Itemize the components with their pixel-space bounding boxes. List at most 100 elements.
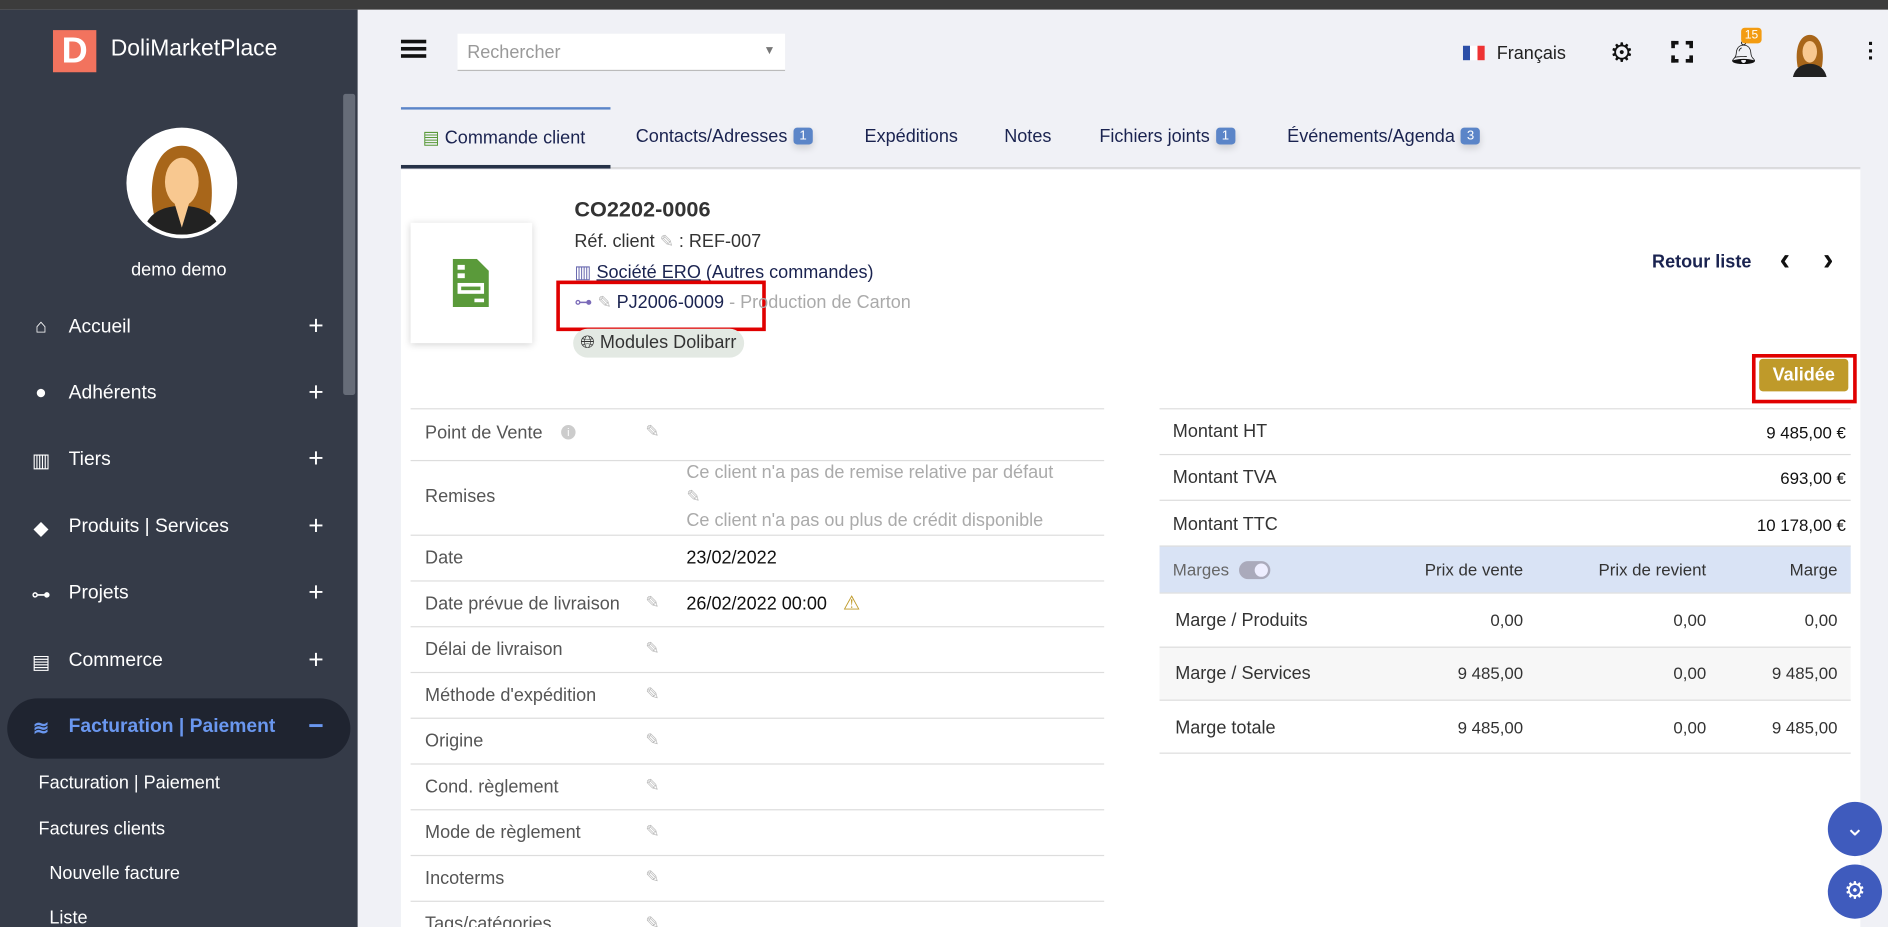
user-name: demo demo bbox=[131, 260, 227, 281]
edit-pencil-icon[interactable]: ✎ bbox=[645, 592, 659, 612]
language-selector[interactable]: Français bbox=[1497, 43, 1566, 63]
user-avatar[interactable] bbox=[126, 127, 238, 239]
tab-notes[interactable]: Notes bbox=[1004, 126, 1051, 146]
count-badge: 1 bbox=[1215, 127, 1236, 145]
table-row: Montant TVA 693,00 € bbox=[1159, 453, 1851, 500]
tab-expeditions[interactable]: Expéditions bbox=[865, 126, 958, 146]
submenu-facturation[interactable]: Facturation | Paiement bbox=[39, 773, 220, 793]
table-row: Délai de livraison ✎ bbox=[410, 626, 1105, 672]
previous-arrow-icon[interactable]: ‹ bbox=[1780, 241, 1790, 278]
table-row: Cond. règlement ✎ bbox=[410, 763, 1105, 809]
edit-pencil-icon[interactable]: ✎ bbox=[686, 486, 700, 506]
scroll-down-button[interactable]: ⌄ bbox=[1827, 801, 1883, 857]
table-row: Date 23/02/2022 bbox=[410, 534, 1105, 581]
info-icon[interactable]: i bbox=[561, 425, 576, 440]
brand-name[interactable]: DoliMarketPlace bbox=[111, 36, 278, 62]
flag-fr-icon bbox=[1462, 45, 1485, 61]
sidebar-item-commerce[interactable]: ▤ Commerce + bbox=[0, 636, 358, 689]
back-to-list-link[interactable]: Retour liste bbox=[1652, 252, 1751, 272]
search-input[interactable]: Rechercher ▼ bbox=[457, 33, 786, 72]
settings-gear-button[interactable]: ⚙ bbox=[1827, 864, 1883, 919]
margins-header: Marges Prix de vente Prix de revient Marge bbox=[1159, 545, 1851, 593]
expand-icon[interactable]: + bbox=[308, 377, 323, 408]
table-row: Méthode d'expédition ✎ bbox=[410, 671, 1105, 718]
count-badge: 1 bbox=[793, 127, 813, 145]
edit-pencil-icon[interactable]: ✎ bbox=[645, 638, 659, 658]
table-row: Point de Vente i ✎ bbox=[410, 408, 1105, 460]
sitemap-icon: ⊶ bbox=[31, 585, 51, 606]
tab-fichiers-joints[interactable]: Fichiers joints 1 bbox=[1099, 126, 1236, 147]
browser-top-bar bbox=[0, 0, 1888, 10]
collapse-icon[interactable]: − bbox=[308, 710, 323, 741]
menu-toggle-icon[interactable] bbox=[400, 39, 427, 60]
edit-pencil-icon[interactable]: ✎ bbox=[645, 913, 659, 927]
user-icon: ● bbox=[35, 382, 47, 404]
cube-icon: ◆ bbox=[33, 518, 49, 540]
briefcase-icon: ▤ bbox=[31, 652, 51, 674]
edit-pencil-icon[interactable]: ✎ bbox=[645, 421, 659, 441]
order-fields-table: Point de Vente i ✎ Remises Ce client n'a pa… bbox=[410, 408, 1105, 927]
home-icon: ⌂ bbox=[35, 316, 47, 338]
ref-client: Réf. client ✎ : REF-007 bbox=[574, 231, 762, 252]
header-avatar[interactable] bbox=[1789, 31, 1830, 78]
expand-icon[interactable]: + bbox=[308, 443, 323, 474]
tab-commande-client[interactable]: ▤ Commande client bbox=[423, 126, 586, 148]
chevron-down-icon: ▼ bbox=[763, 44, 776, 58]
tab-evenements[interactable]: Événements/Agenda 3 bbox=[1287, 126, 1481, 147]
margins-toggle[interactable] bbox=[1239, 561, 1271, 580]
edit-pencil-icon[interactable]: ✎ bbox=[597, 293, 611, 312]
edit-pencil-icon[interactable]: ✎ bbox=[645, 867, 659, 887]
next-arrow-icon[interactable]: › bbox=[1823, 241, 1833, 278]
table-row: Date prévue de livraison ✎ 26/02/2022 00:0… bbox=[410, 580, 1105, 626]
sitemap-icon: ⊶ bbox=[574, 292, 593, 314]
document-icon: ▤ bbox=[422, 127, 440, 149]
globe-icon: 🌐︎ bbox=[580, 332, 595, 353]
building-icon: ▥ bbox=[31, 451, 51, 473]
more-options-icon[interactable]: · · · bbox=[1868, 33, 1875, 69]
project-link[interactable]: PJ2006-0009 bbox=[617, 293, 724, 313]
notification-count: 15 bbox=[1741, 27, 1762, 44]
table-row: Montant HT 9 485,00 € bbox=[1159, 408, 1851, 454]
table-row: Origine ✎ bbox=[410, 717, 1105, 764]
submenu-nouvelle-facture[interactable]: Nouvelle facture bbox=[49, 863, 180, 883]
active-tab-indicator bbox=[400, 107, 611, 110]
expand-icon[interactable]: + bbox=[308, 311, 323, 342]
sidebar-item-produits[interactable]: ◆ Produits | Services + bbox=[0, 502, 358, 555]
table-row: Montant TTC 10 178,00 € bbox=[1159, 499, 1851, 546]
order-ref: CO2202-0006 bbox=[574, 197, 711, 222]
sidebar-item-facturation[interactable]: ≋ Facturation | Paiement − bbox=[7, 698, 351, 759]
tab-contacts[interactable]: Contacts/Adresses 1 bbox=[636, 126, 813, 147]
sidebar-item-adherents[interactable]: ● Adhérents + bbox=[0, 368, 358, 421]
edit-pencil-icon[interactable]: ✎ bbox=[645, 684, 659, 704]
expand-icon[interactable]: + bbox=[308, 577, 323, 608]
table-row: Tags/catégories ✎ bbox=[410, 900, 1105, 927]
table-row: Marge / Produits 0,00 0,00 0,00 bbox=[1159, 592, 1851, 646]
warning-icon: ⚠ bbox=[842, 593, 861, 615]
logo[interactable]: D bbox=[52, 30, 97, 73]
coins-icon: ≋ bbox=[32, 718, 50, 740]
edit-pencil-icon[interactable]: ✎ bbox=[645, 730, 659, 750]
active-tab-underline bbox=[400, 164, 611, 169]
sidebar-item-tiers[interactable]: ▥ Tiers + bbox=[0, 435, 358, 488]
submenu-liste[interactable]: Liste bbox=[49, 908, 87, 927]
table-row: Incoterms ✎ bbox=[410, 854, 1105, 901]
order-document-icon bbox=[410, 222, 533, 344]
sidebar-item-accueil[interactable]: ⌂ Accueil + bbox=[0, 302, 358, 355]
status-badge: Validée bbox=[1759, 358, 1849, 392]
expand-icon[interactable]: + bbox=[308, 511, 323, 542]
fullscreen-icon[interactable] bbox=[1671, 40, 1693, 63]
edit-pencil-icon[interactable]: ✎ bbox=[645, 821, 659, 841]
table-row: Marge totale 9 485,00 0,00 9 485,00 bbox=[1159, 699, 1851, 754]
submenu-factures-clients[interactable]: Factures clients bbox=[39, 819, 165, 839]
category-tag[interactable]: 🌐︎ Modules Dolibarr bbox=[573, 328, 744, 358]
sidebar-item-projets[interactable]: ⊶ Projets + bbox=[0, 568, 358, 621]
table-row: Mode de règlement ✎ bbox=[410, 809, 1105, 855]
project-line: ⊶ ✎ PJ2006-0009 - Production de Carton bbox=[574, 292, 911, 314]
edit-pencil-icon[interactable]: ✎ bbox=[645, 775, 659, 795]
expand-icon[interactable]: + bbox=[308, 644, 323, 675]
table-row: Remises Ce client n'a pas de remise relat… bbox=[410, 459, 1105, 535]
edit-pencil-icon[interactable]: ✎ bbox=[660, 231, 674, 250]
gear-icon[interactable]: ⚙ bbox=[1610, 37, 1634, 68]
count-badge: 3 bbox=[1460, 127, 1481, 145]
table-row: Marge / Services 9 485,00 0,00 9 485,00 bbox=[1159, 646, 1851, 700]
